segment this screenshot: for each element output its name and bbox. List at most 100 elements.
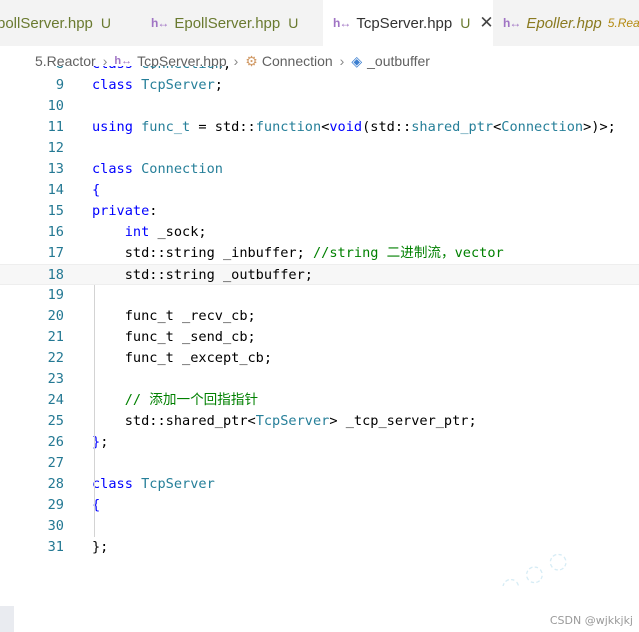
code-line[interactable]: 13 class Connection (0, 159, 639, 180)
tab-tcpserver[interactable]: h↔ TcpServer.hpp U ✕ (323, 0, 494, 46)
line-number: 29 (47, 497, 64, 513)
line-number: 17 (47, 245, 64, 261)
code-line[interactable]: 18 std::string _outbuffer; (0, 264, 639, 285)
line-number: 15 (47, 203, 64, 219)
code-line[interactable]: 27 (0, 453, 639, 474)
line-number: 27 (47, 455, 64, 471)
line-code: // 添加一个回指指针 (92, 390, 258, 411)
code-token: = std:: (190, 119, 256, 135)
code-token: using (92, 119, 133, 135)
line-code: class Connection; (92, 66, 231, 75)
line-code: func_t _recv_cb; (92, 306, 256, 327)
line-code: class TcpServer; (92, 75, 223, 96)
code-token: // 添加一个回指指针 (124, 392, 259, 408)
code-line[interactable]: 26}; (0, 432, 639, 453)
line-number: 21 (47, 329, 64, 345)
line-number: 14 (47, 182, 64, 198)
line-code: class Connection (92, 159, 223, 180)
code-line[interactable]: 28 class TcpServer (0, 474, 639, 495)
code-token: func_t _recv_cb; (92, 308, 256, 324)
line-number: 11 (47, 119, 64, 135)
tab-label: Epoller.hpp (526, 14, 602, 32)
line-code: std::string _inbuffer; //string 二进制流，vec… (92, 243, 504, 264)
code-token: : (149, 203, 158, 219)
line-code: { (92, 180, 100, 201)
code-line[interactable]: 25 std::shared_ptr<TcpServer> _tcp_serve… (0, 411, 639, 432)
line-number: 28 (47, 476, 64, 492)
code-line[interactable]: 29{ (0, 495, 639, 516)
line-number: 22 (47, 350, 64, 366)
tab-epollserver[interactable]: h↔ EpollServer.hpp U (141, 0, 323, 46)
line-number: 10 (47, 98, 64, 114)
code-line[interactable]: 19 (0, 285, 639, 306)
tab-epoller[interactable]: h↔ Epoller.hpp 5.Reac (493, 0, 639, 46)
code-line[interactable]: 30 (0, 516, 639, 537)
code-token: }; (92, 539, 109, 555)
line-number: 9 (55, 77, 64, 93)
code-token: //string 二进制流，vector (312, 245, 504, 261)
untracked-badge: U (288, 15, 299, 31)
code-line[interactable]: 9 class TcpServer; (0, 75, 639, 96)
line-number: 8 (0, 66, 64, 75)
line-number: 25 (47, 413, 64, 429)
line-number: 26 (47, 434, 64, 450)
line-number: 31 (47, 539, 64, 555)
code-token: shared_ptr (411, 119, 494, 135)
line-code: func_t _except_cb; (92, 348, 272, 369)
tab-label: EpollServer.hpp (174, 14, 281, 32)
code-line[interactable]: 10 (0, 96, 639, 117)
code-line[interactable]: 8 class Connection; (0, 66, 639, 75)
line-code: std::string _outbuffer; (92, 265, 313, 286)
code-token: int (124, 224, 150, 240)
untracked-badge: U (460, 15, 471, 31)
activity-strip (0, 606, 14, 632)
tab-pollserver[interactable]: pollServer.hpp U (0, 0, 133, 46)
code-line[interactable]: 21 func_t _send_cb; (0, 327, 639, 348)
line-code: }; (92, 537, 108, 558)
code-line[interactable]: 20 func_t _recv_cb; (0, 306, 639, 327)
tab-subpath: 5.Reac (607, 16, 639, 30)
code-token: std::string _inbuffer; (92, 245, 313, 261)
line-number: 23 (47, 371, 64, 387)
cpp-header-icon: h↔ (151, 16, 169, 30)
line-code: using func_t = std::function<void(std::s… (92, 117, 616, 138)
code-token: class (92, 161, 133, 177)
line-code: private: (92, 201, 157, 222)
code-line[interactable]: 12 (0, 138, 639, 159)
code-token: class (92, 476, 133, 492)
indent-guide (94, 285, 95, 537)
line-number: 30 (47, 518, 64, 534)
code-line[interactable]: 17 std::string _inbuffer; //string 二进制流，… (0, 243, 639, 264)
code-editor[interactable]: 8 class Connection; 9 class TcpServer; 10 11 u… (0, 66, 639, 586)
code-token: class (92, 66, 133, 72)
tab-label: TcpServer.hpp (356, 14, 453, 32)
code-token: func_t _except_cb; (92, 350, 273, 366)
code-line[interactable]: 14 { (0, 180, 639, 201)
code-token: function (255, 119, 322, 135)
code-line[interactable]: 23 (0, 369, 639, 390)
code-line[interactable]: 22 func_t _except_cb; (0, 348, 639, 369)
code-token: TcpServer (141, 476, 215, 492)
line-code: func_t _send_cb; (92, 327, 256, 348)
code-token: > _tcp_server_ptr; (329, 413, 477, 429)
line-number: 16 (47, 224, 64, 240)
code-line[interactable]: 11 using func_t = std::function<void(std:… (0, 117, 639, 138)
code-line[interactable]: 15 private: (0, 201, 639, 222)
line-number: 18 (47, 267, 64, 283)
code-line[interactable]: 24 // 添加一个回指指针 (0, 390, 639, 411)
code-token: _sock; (149, 224, 207, 240)
line-code: std::shared_ptr<TcpServer> _tcp_server_p… (92, 411, 477, 432)
code-token: class (92, 77, 133, 93)
cpp-header-icon: h↔ (503, 16, 521, 30)
line-number: 20 (47, 308, 64, 324)
code-token: ; (214, 77, 223, 93)
close-icon[interactable]: ✕ (479, 13, 493, 33)
code-line[interactable]: 16 int _sock; (0, 222, 639, 243)
line-number: 19 (47, 287, 64, 303)
code-token: Connection (141, 66, 223, 72)
